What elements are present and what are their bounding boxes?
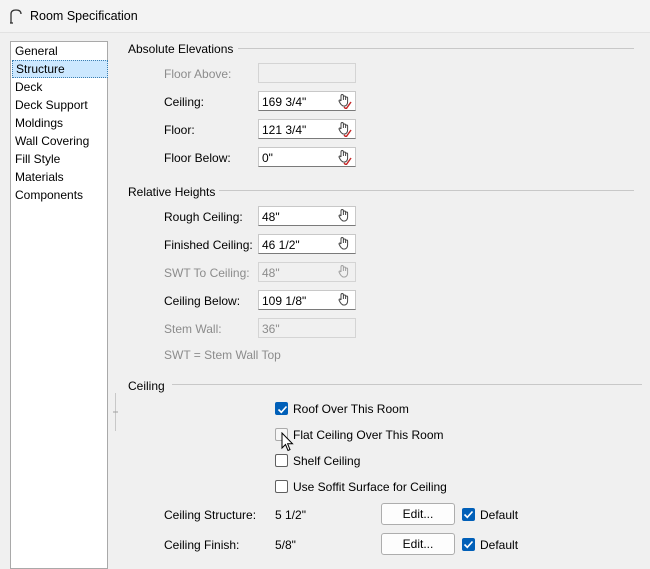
structure-default-checkbox[interactable] bbox=[462, 508, 475, 521]
nav-item-wall-covering[interactable]: Wall Covering bbox=[12, 132, 108, 150]
shelf-ceiling-checkbox[interactable] bbox=[275, 454, 288, 467]
nav-item-fill-style[interactable]: Fill Style bbox=[12, 150, 108, 168]
roof-over-room-checkbox[interactable] bbox=[275, 402, 288, 415]
dimension-picker-icon[interactable] bbox=[336, 121, 352, 137]
dimension-picker-icon[interactable] bbox=[336, 292, 352, 308]
shelf-ceiling-label[interactable]: Shelf Ceiling bbox=[293, 454, 360, 468]
ceiling-structure-value: 5 1/2" bbox=[275, 508, 306, 522]
mouse-cursor-icon bbox=[281, 432, 294, 452]
floor-above-label: Floor Above: bbox=[164, 67, 232, 81]
ceiling-label: Ceiling: bbox=[164, 95, 205, 109]
ceiling-below-field[interactable]: 109 1/8" bbox=[258, 290, 356, 310]
title-bar: Room Specification bbox=[0, 0, 650, 33]
section-divider bbox=[238, 48, 634, 49]
structure-default-label[interactable]: Default bbox=[480, 508, 518, 522]
floor-label: Floor: bbox=[164, 123, 195, 137]
nav-item-deck[interactable]: Deck bbox=[12, 78, 108, 96]
floor-below-field[interactable]: 0" bbox=[258, 147, 356, 167]
flat-ceiling-label[interactable]: Flat Ceiling Over This Room bbox=[293, 428, 444, 442]
dimension-picker-icon[interactable] bbox=[336, 149, 352, 165]
ceiling-finish-label: Ceiling Finish: bbox=[164, 538, 240, 552]
nav-item-general[interactable]: General bbox=[12, 42, 108, 60]
dimension-picker-icon[interactable] bbox=[336, 208, 352, 224]
nav-item-structure[interactable]: Structure bbox=[12, 60, 108, 78]
swt-note: SWT = Stem Wall Top bbox=[164, 348, 281, 362]
edit-finish-button[interactable]: Edit... bbox=[381, 533, 455, 555]
dimension-picker-icon[interactable] bbox=[336, 236, 352, 252]
window-title: Room Specification bbox=[30, 9, 138, 23]
splitter-handle[interactable] bbox=[113, 393, 118, 431]
edit-structure-button[interactable]: Edit... bbox=[381, 503, 455, 525]
roof-over-room-label[interactable]: Roof Over This Room bbox=[293, 402, 409, 416]
rough-ceiling-label: Rough Ceiling: bbox=[164, 210, 243, 224]
nav-item-components[interactable]: Components bbox=[12, 186, 108, 204]
stem-wall-label: Stem Wall: bbox=[164, 322, 222, 336]
soffit-surface-checkbox[interactable] bbox=[275, 480, 288, 493]
ceiling-below-label: Ceiling Below: bbox=[164, 294, 241, 308]
ceiling-structure-label: Ceiling Structure: bbox=[164, 508, 257, 522]
swt-to-ceiling-field: 48" bbox=[258, 262, 356, 282]
finished-ceiling-label: Finished Ceiling: bbox=[164, 238, 253, 252]
nav-item-deck-support[interactable]: Deck Support bbox=[12, 96, 108, 114]
swt-to-ceiling-label: SWT To Ceiling: bbox=[164, 266, 250, 280]
stem-wall-field: 36" bbox=[258, 318, 356, 338]
nav-item-moldings[interactable]: Moldings bbox=[12, 114, 108, 132]
rough-ceiling-field[interactable]: 48" bbox=[258, 206, 356, 226]
ceiling-heading: Ceiling bbox=[128, 379, 165, 393]
nav-item-materials[interactable]: Materials bbox=[12, 168, 108, 186]
section-divider bbox=[172, 384, 642, 385]
floor-field[interactable]: 121 3/4" bbox=[258, 119, 356, 139]
ceiling-finish-value: 5/8" bbox=[275, 538, 296, 552]
dimension-picker-icon bbox=[338, 264, 349, 278]
relative-heights-heading: Relative Heights bbox=[128, 185, 216, 199]
category-list[interactable]: General Structure Deck Deck Support Mold… bbox=[10, 41, 108, 569]
ceiling-field[interactable]: 169 3/4" bbox=[258, 91, 356, 111]
floor-below-label: Floor Below: bbox=[164, 151, 231, 165]
finished-ceiling-field[interactable]: 46 1/2" bbox=[258, 234, 356, 254]
finish-default-checkbox[interactable] bbox=[462, 538, 475, 551]
section-divider bbox=[219, 190, 634, 191]
room-icon bbox=[10, 9, 22, 24]
soffit-surface-label[interactable]: Use Soffit Surface for Ceiling bbox=[293, 480, 447, 494]
absolute-elevations-heading: Absolute Elevations bbox=[128, 42, 234, 56]
floor-above-field bbox=[258, 63, 356, 83]
dimension-picker-icon[interactable] bbox=[336, 93, 352, 109]
finish-default-label[interactable]: Default bbox=[480, 538, 518, 552]
